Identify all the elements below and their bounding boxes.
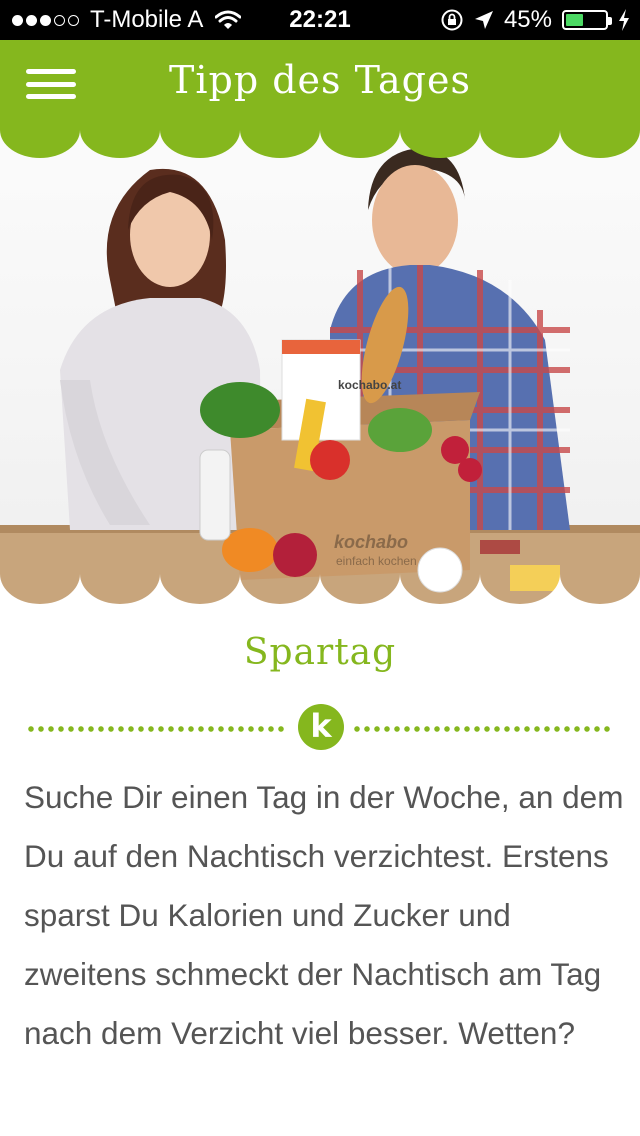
charging-bolt-icon xyxy=(619,9,629,31)
box-tagline: einfach kochen xyxy=(336,554,417,568)
box-brand: kochabo xyxy=(334,532,409,552)
status-left: T-Mobile A xyxy=(12,6,242,34)
page-title: Tipp des Tages xyxy=(169,58,471,102)
dotted-divider: k xyxy=(26,702,614,752)
battery-level-fill xyxy=(566,14,583,26)
tip-body-text: Suche Dir einen Tag in der Woche, an dem… xyxy=(24,779,624,1051)
battery-icon xyxy=(562,10,612,30)
header-scallop-edge xyxy=(0,128,640,158)
rotation-lock-icon xyxy=(441,9,463,31)
location-arrow-icon xyxy=(474,11,493,29)
kochabo-logo-icon: k xyxy=(298,704,344,750)
battery-percent: 45% xyxy=(503,6,552,33)
wifi-icon xyxy=(215,10,242,29)
status-bar: T-Mobile A 22:21 45% xyxy=(0,0,640,40)
status-right: 45% xyxy=(430,6,630,34)
signal-strength-icon xyxy=(12,14,82,26)
carrier-name: T-Mobile A xyxy=(90,6,204,33)
hero-photo: kochabo.at kochabo einfach kochen xyxy=(0,130,640,610)
tip-title: Spartag xyxy=(243,632,397,673)
card-brand: kochabo.at xyxy=(338,378,402,392)
hero-scallop-edge xyxy=(0,574,640,610)
